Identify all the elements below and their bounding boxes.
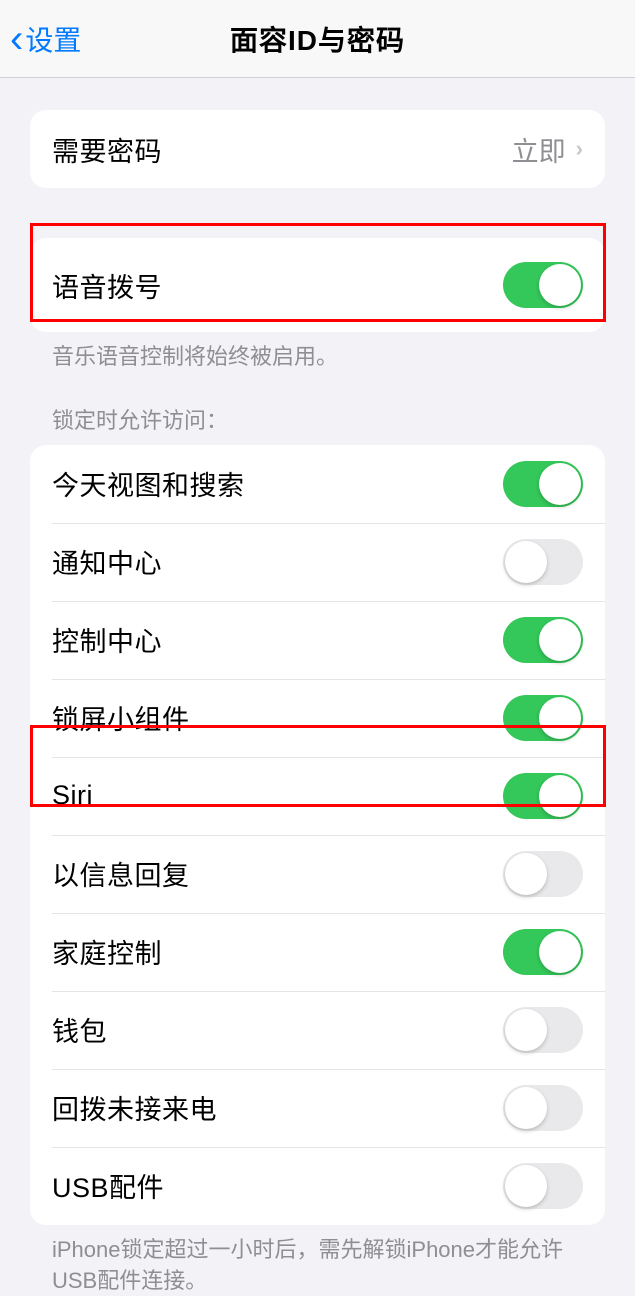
cell-label: Siri — [52, 780, 93, 811]
lock-item-toggle[interactable] — [503, 1007, 583, 1053]
lock-item-toggle[interactable] — [503, 695, 583, 741]
toggle-knob — [539, 264, 581, 306]
cell-label: 需要密码 — [52, 130, 162, 169]
lock-item-toggle[interactable] — [503, 773, 583, 819]
back-button[interactable]: ‹ 设置 — [10, 19, 81, 59]
cell-lock-item: Siri — [30, 757, 605, 835]
page-title: 面容ID与密码 — [230, 19, 405, 59]
lock-item-toggle[interactable] — [503, 1085, 583, 1131]
cell-lock-item: 控制中心 — [30, 601, 605, 679]
cell-label: 回拨未接来电 — [52, 1088, 217, 1127]
cell-label: 锁屏小组件 — [52, 698, 190, 737]
lock-item-toggle[interactable] — [503, 851, 583, 897]
group-lock-access: 今天视图和搜索通知中心控制中心锁屏小组件 Siri 以信息回复家庭控制钱包回拨未接来… — [30, 445, 605, 1225]
lock-item-toggle[interactable] — [503, 1163, 583, 1209]
lock-item-toggle[interactable] — [503, 617, 583, 663]
lock-item-toggle[interactable] — [503, 929, 583, 975]
cell-label: 语音拨号 — [52, 266, 162, 305]
navigation-bar: ‹ 设置 面容ID与密码 — [0, 0, 635, 78]
lock-item-toggle[interactable] — [503, 461, 583, 507]
chevron-left-icon: ‹ — [10, 19, 23, 59]
toggle-knob — [505, 1087, 547, 1129]
cell-label: 以信息回复 — [52, 854, 190, 893]
lock-access-header: 锁定时允许访问： — [0, 373, 635, 445]
toggle-knob — [539, 931, 581, 973]
cell-require-passcode[interactable]: 需要密码 立即 › — [30, 110, 605, 188]
voice-dial-footnote: 音乐语音控制将始终被启用。 — [0, 332, 635, 373]
cell-label: 今天视图和搜索 — [52, 464, 245, 503]
back-label: 设置 — [25, 19, 81, 59]
cell-voice-dial: 语音拨号 — [30, 238, 605, 332]
cell-lock-item: 家庭控制 — [30, 913, 605, 991]
cell-label: 控制中心 — [52, 620, 162, 659]
group-require-passcode: 需要密码 立即 › — [30, 110, 605, 188]
voice-dial-toggle[interactable] — [503, 262, 583, 308]
toggle-knob — [539, 619, 581, 661]
cell-lock-item: 以信息回复 — [30, 835, 605, 913]
cell-label: 家庭控制 — [52, 932, 162, 971]
toggle-knob — [505, 1009, 547, 1051]
cell-label: 钱包 — [52, 1010, 107, 1049]
toggle-knob — [539, 463, 581, 505]
cell-lock-item: 回拨未接来电 — [30, 1069, 605, 1147]
cell-lock-item: 通知中心 — [30, 523, 605, 601]
cell-value: 立即 — [512, 130, 566, 169]
cell-label: USB配件 — [52, 1166, 164, 1205]
group-voice-dial: 语音拨号 — [30, 238, 605, 332]
toggle-knob — [505, 541, 547, 583]
chevron-right-icon: › — [576, 136, 583, 162]
toggle-knob — [539, 775, 581, 817]
toggle-knob — [505, 853, 547, 895]
cell-lock-item: USB配件 — [30, 1147, 605, 1225]
lock-item-toggle[interactable] — [503, 539, 583, 585]
cell-label: 通知中心 — [52, 542, 162, 581]
cell-lock-item: 今天视图和搜索 — [30, 445, 605, 523]
cell-lock-item: 锁屏小组件 — [30, 679, 605, 757]
toggle-knob — [539, 697, 581, 739]
toggle-knob — [505, 1165, 547, 1207]
usb-footnote: iPhone锁定超过一小时后，需先解锁iPhone才能允许USB配件连接。 — [0, 1225, 635, 1296]
cell-right: 立即 › — [512, 130, 583, 169]
cell-lock-item: 钱包 — [30, 991, 605, 1069]
